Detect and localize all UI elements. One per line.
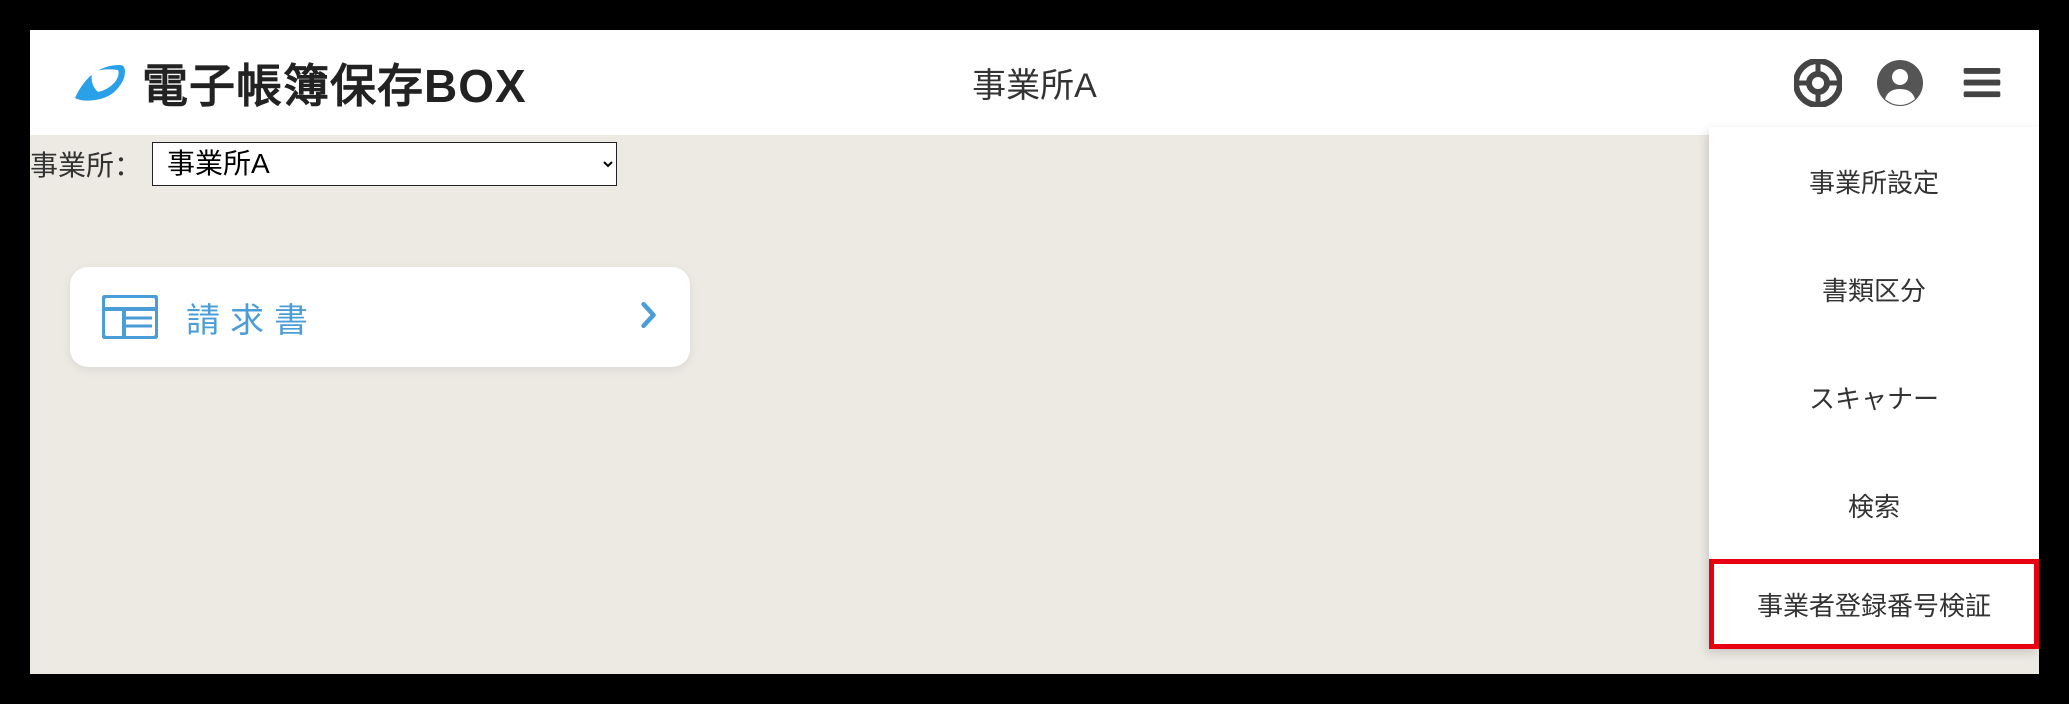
header-actions [1791, 56, 2009, 110]
header: 電子帳簿保存BOX 事業所A [30, 30, 2039, 135]
menu-item-business-registration-verify[interactable]: 事業者登録番号検証 [1709, 559, 2039, 649]
filter-label: 事業所： [30, 144, 142, 184]
invoice-card[interactable]: 請求書 [70, 267, 690, 367]
office-select[interactable]: 事業所A [152, 142, 617, 186]
hamburger-menu-icon[interactable] [1955, 56, 2009, 110]
menu-item-office-settings[interactable]: 事業所設定 [1709, 127, 2039, 235]
logo[interactable]: 電子帳簿保存BOX [30, 50, 527, 116]
document-icon [102, 295, 158, 339]
card-label: 請求書 [186, 293, 640, 342]
logo-icon [70, 60, 130, 105]
menu-item-scanner[interactable]: スキャナー [1709, 343, 2039, 451]
menu-item-document-category[interactable]: 書類区分 [1709, 235, 2039, 343]
chevron-right-icon [640, 301, 658, 334]
menu-item-search[interactable]: 検索 [1709, 451, 2039, 559]
app-name: 電子帳簿保存BOX [142, 50, 527, 116]
app-container: 電子帳簿保存BOX 事業所A [30, 30, 2039, 674]
page-title: 事業所A [972, 58, 1097, 107]
help-icon[interactable] [1791, 56, 1845, 110]
user-icon[interactable] [1873, 56, 1927, 110]
main-menu-dropdown: 事業所設定 書類区分 スキャナー 検索 事業者登録番号検証 [1709, 127, 2039, 649]
